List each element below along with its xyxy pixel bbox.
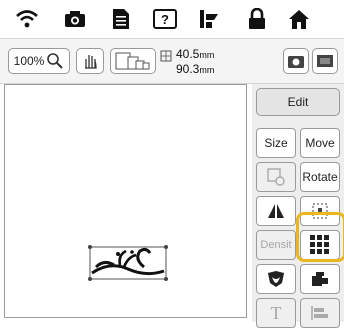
- border-repeat-button[interactable]: [300, 264, 340, 294]
- grid-indicator-icon: [160, 50, 172, 62]
- align-icon: [310, 304, 330, 322]
- applique-icon: [266, 269, 286, 289]
- background-image-button[interactable]: [312, 48, 338, 74]
- edit-panel: Edit Size Move Rotate Densit T: [252, 84, 344, 328]
- screen-image-icon: [316, 53, 334, 69]
- hand-pan-button[interactable]: [76, 48, 104, 74]
- applique-button[interactable]: [256, 264, 296, 294]
- bobbin-winder-icon[interactable]: [196, 7, 222, 31]
- camera-icon[interactable]: [62, 7, 88, 31]
- capture-button[interactable]: [283, 48, 309, 74]
- edit-button[interactable]: Edit: [256, 88, 340, 116]
- document-icon[interactable]: [108, 7, 134, 31]
- density-button[interactable]: Densit: [256, 230, 296, 260]
- flip-icon: [266, 202, 286, 220]
- width-readout: 40.5mm: [176, 47, 214, 62]
- flip-button[interactable]: [256, 196, 296, 226]
- frame-display-button[interactable]: [110, 48, 156, 74]
- rotate-button[interactable]: Rotate: [300, 162, 340, 192]
- group-icon: [266, 167, 286, 187]
- camera-frame-icon: [287, 53, 305, 69]
- highlight-frame: [296, 212, 344, 262]
- align-button[interactable]: [300, 298, 340, 328]
- lock-icon[interactable]: [244, 7, 270, 31]
- height-unit: mm: [199, 65, 215, 75]
- text-edit-button[interactable]: T: [256, 298, 296, 328]
- embroidery-pattern[interactable]: [88, 245, 168, 281]
- view-toolbar: 100% 40.5mm 90.3mm: [0, 38, 344, 84]
- border-repeat-icon: [310, 270, 330, 288]
- hand-icon: [81, 52, 99, 70]
- size-button[interactable]: Size: [256, 128, 296, 158]
- zoom-label: 100%: [13, 54, 45, 68]
- pattern-dimensions: 40.5mm 90.3mm: [176, 47, 214, 77]
- top-icon-bar: ?: [0, 0, 344, 38]
- home-icon[interactable]: [286, 7, 312, 31]
- frame-size-icon: [114, 51, 152, 71]
- magnifier-icon: [46, 52, 64, 70]
- embroidery-canvas[interactable]: [4, 84, 247, 318]
- move-button[interactable]: Move: [300, 128, 340, 158]
- svg-text:?: ?: [161, 12, 169, 27]
- height-readout: 90.3mm: [176, 62, 214, 77]
- wifi-icon[interactable]: [14, 7, 40, 31]
- width-unit: mm: [199, 50, 215, 60]
- height-value: 90.3: [176, 62, 200, 76]
- zoom-button[interactable]: 100%: [8, 48, 70, 74]
- help-icon[interactable]: ?: [152, 7, 178, 31]
- group-button[interactable]: [256, 162, 296, 192]
- width-value: 40.5: [176, 47, 200, 61]
